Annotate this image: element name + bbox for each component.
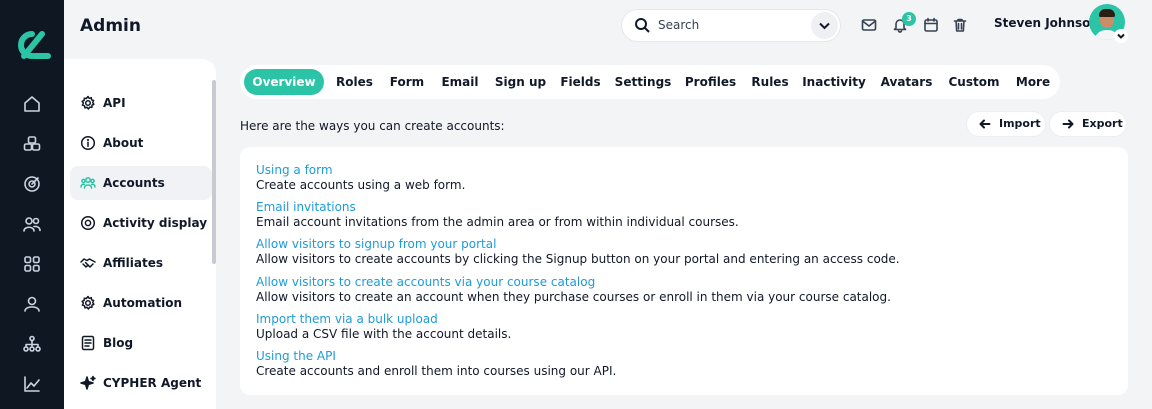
- search-box[interactable]: Search: [622, 10, 840, 41]
- tab-overview[interactable]: Overview: [244, 69, 324, 95]
- sidebar-scrollbar[interactable]: [212, 80, 216, 264]
- document-icon: [80, 335, 96, 351]
- export-button[interactable]: Export: [1050, 112, 1126, 136]
- sidebar-item-activity-display[interactable]: Activity display: [70, 206, 212, 240]
- trash-icon[interactable]: [952, 17, 968, 33]
- sidebar-item-api[interactable]: API: [70, 86, 212, 120]
- import-label: Import: [999, 117, 1041, 130]
- tab-rules[interactable]: Rules: [749, 69, 791, 95]
- target-icon[interactable]: [22, 174, 42, 194]
- list-item: Using the API Create accounts and enroll…: [256, 349, 616, 379]
- target-icon: [80, 215, 96, 231]
- sidebar-item-label: About: [103, 136, 144, 150]
- search-scope-chevron-down-icon[interactable]: [811, 12, 838, 39]
- sidebar-item-label: Activity display: [103, 216, 208, 230]
- sidebar-item-label: Automation: [103, 296, 183, 310]
- handshake-icon: [80, 255, 96, 271]
- chart-icon[interactable]: [22, 374, 42, 394]
- notification-badge: 3: [902, 12, 916, 26]
- option-description: Email account invitations from the admin…: [256, 215, 739, 229]
- info-icon: [80, 135, 96, 151]
- app-rail: [0, 0, 64, 409]
- sidebar-item-affiliates[interactable]: Affiliates: [70, 246, 212, 280]
- tab-inactivity[interactable]: Inactivity: [801, 69, 867, 95]
- sidebar-item-blog[interactable]: Blog: [70, 326, 212, 360]
- option-link[interactable]: Allow visitors to signup from your porta…: [256, 237, 900, 252]
- tab-settings[interactable]: Settings: [614, 69, 672, 95]
- tab-custom[interactable]: Custom: [945, 69, 1003, 95]
- sidebar-item-label: API: [103, 96, 126, 110]
- sidebar-item-label: CYPHER Agent: [103, 376, 202, 390]
- option-link[interactable]: Import them via a bulk upload: [256, 312, 511, 327]
- tab-roles[interactable]: Roles: [332, 69, 377, 95]
- sidebar-item-cypher-agent[interactable]: CYPHER Agent: [70, 366, 212, 400]
- mail-icon[interactable]: [861, 17, 877, 33]
- option-link[interactable]: Allow visitors to create accounts via yo…: [256, 275, 891, 290]
- users-icon[interactable]: [22, 214, 42, 234]
- export-label: Export: [1082, 117, 1123, 130]
- tab-email[interactable]: Email: [436, 69, 484, 95]
- page-title: Admin: [80, 16, 141, 36]
- import-button[interactable]: Import: [967, 112, 1045, 136]
- option-link[interactable]: Using the API: [256, 349, 616, 364]
- org-chart-icon[interactable]: [22, 334, 42, 354]
- tab-form[interactable]: Form: [386, 69, 428, 95]
- apps-grid-icon[interactable]: [22, 254, 42, 274]
- list-item: Allow visitors to create accounts via yo…: [256, 275, 891, 305]
- sidebar-item-label: Accounts: [103, 176, 165, 190]
- option-description: Allow visitors to create an account when…: [256, 290, 891, 304]
- people-icon: [80, 175, 96, 191]
- list-item: Allow visitors to signup from your porta…: [256, 237, 900, 267]
- sidebar-item-label: Affiliates: [103, 256, 164, 270]
- home-icon[interactable]: [22, 94, 42, 114]
- option-description: Allow visitors to create accounts by cli…: [256, 252, 900, 266]
- search-icon: [634, 17, 651, 34]
- option-description: Create accounts and enroll them into cou…: [256, 364, 617, 378]
- modules-icon[interactable]: [22, 134, 42, 154]
- list-item: Import them via a bulk upload Upload a C…: [256, 312, 511, 342]
- tab-sign-up[interactable]: Sign up: [493, 69, 548, 95]
- option-link[interactable]: Email invitations: [256, 200, 739, 215]
- user-name[interactable]: Steven Johnson: [994, 16, 1099, 30]
- search-input[interactable]: Search: [658, 18, 699, 32]
- arrow-left-icon: [979, 118, 991, 130]
- tab-more[interactable]: More: [1013, 69, 1053, 95]
- calendar-icon[interactable]: [923, 17, 939, 33]
- settings-sidebar: API About Accounts Activity display Affi…: [64, 59, 216, 409]
- list-item: Using a form Create accounts using a web…: [256, 163, 465, 193]
- user-menu-chevron-down-icon[interactable]: [1114, 29, 1128, 43]
- tab-profiles[interactable]: Profiles: [683, 69, 738, 95]
- gear-icon: [80, 295, 96, 311]
- sidebar-item-accounts[interactable]: Accounts: [70, 166, 212, 200]
- tab-fields[interactable]: Fields: [558, 69, 603, 95]
- tab-avatars[interactable]: Avatars: [878, 69, 935, 95]
- account-creation-options: Using a form Create accounts using a web…: [240, 147, 1128, 395]
- option-description: Create accounts using a web form.: [256, 178, 466, 192]
- profile-icon[interactable]: [22, 294, 42, 314]
- option-link[interactable]: Using a form: [256, 163, 465, 178]
- sparkle-icon: [80, 375, 96, 391]
- sidebar-item-label: Blog: [103, 336, 134, 350]
- option-description: Upload a CSV file with the account detai…: [256, 327, 512, 341]
- sidebar-item-automation[interactable]: Automation: [70, 286, 212, 320]
- brand-logo-icon[interactable]: [10, 28, 52, 62]
- list-item: Email invitations Email account invitati…: [256, 200, 739, 230]
- sidebar-item-about[interactable]: About: [70, 126, 212, 160]
- arrow-right-icon: [1062, 118, 1074, 130]
- tab-bar: Overview Roles Form Email Sign up Fields…: [240, 65, 1060, 99]
- intro-text: Here are the ways you can create account…: [240, 119, 505, 133]
- gear-icon: [80, 95, 96, 111]
